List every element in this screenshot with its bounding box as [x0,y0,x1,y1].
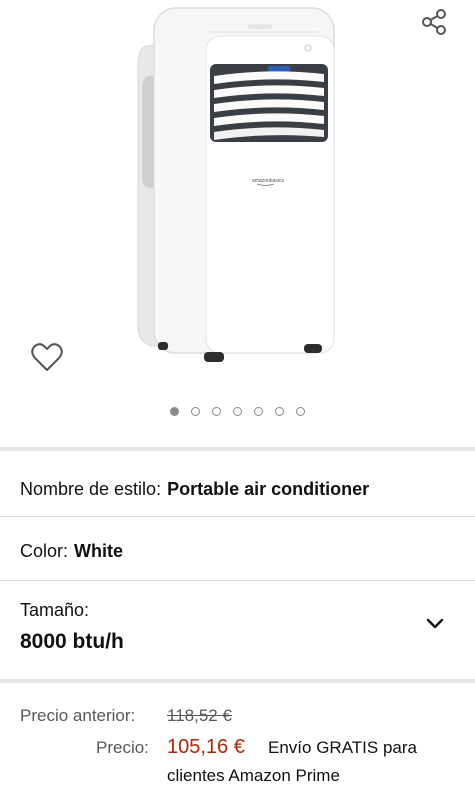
gallery-dot[interactable] [212,407,221,416]
style-name-row[interactable]: Nombre de estilo: Portable air conditione… [20,478,455,500]
color-row[interactable]: Color: White [20,540,455,562]
product-image-gallery[interactable]: amazonbasics [0,0,475,445]
price-value: 105,16 € [167,736,245,758]
color-label: Color: [20,541,69,561]
style-name-value: Portable air conditioner [167,479,370,499]
gallery-dot[interactable] [191,407,200,416]
row-divider [0,516,475,517]
color-value: White [74,541,124,561]
previous-price-label: Precio anterior: [20,706,136,725]
free-shipping-text-line2: clientes Amazon Prime [167,766,340,785]
row-divider [0,580,475,581]
gallery-dot[interactable] [170,407,179,416]
gallery-dot[interactable] [296,407,305,416]
product-image[interactable]: amazonbasics [118,6,358,380]
gallery-dot[interactable] [233,407,242,416]
gallery-dot[interactable] [275,407,284,416]
previous-price-value: 118,52 € [167,706,232,725]
share-icon[interactable] [418,6,450,38]
price-label: Precio: [96,738,149,757]
size-label: Tamaño: [20,600,90,620]
section-divider [0,679,475,683]
size-value: 8000 btu/h [20,630,124,653]
gallery-pagination-dots[interactable] [0,405,475,419]
gallery-dot[interactable] [254,407,263,416]
style-name-label: Nombre de estilo: [20,479,162,499]
chevron-down-icon[interactable] [424,612,446,634]
section-divider [0,447,475,451]
brand-logo-text: amazonbasics [252,178,284,184]
heart-icon[interactable] [30,342,64,374]
free-shipping-text: Envío GRATIS para [268,738,417,757]
